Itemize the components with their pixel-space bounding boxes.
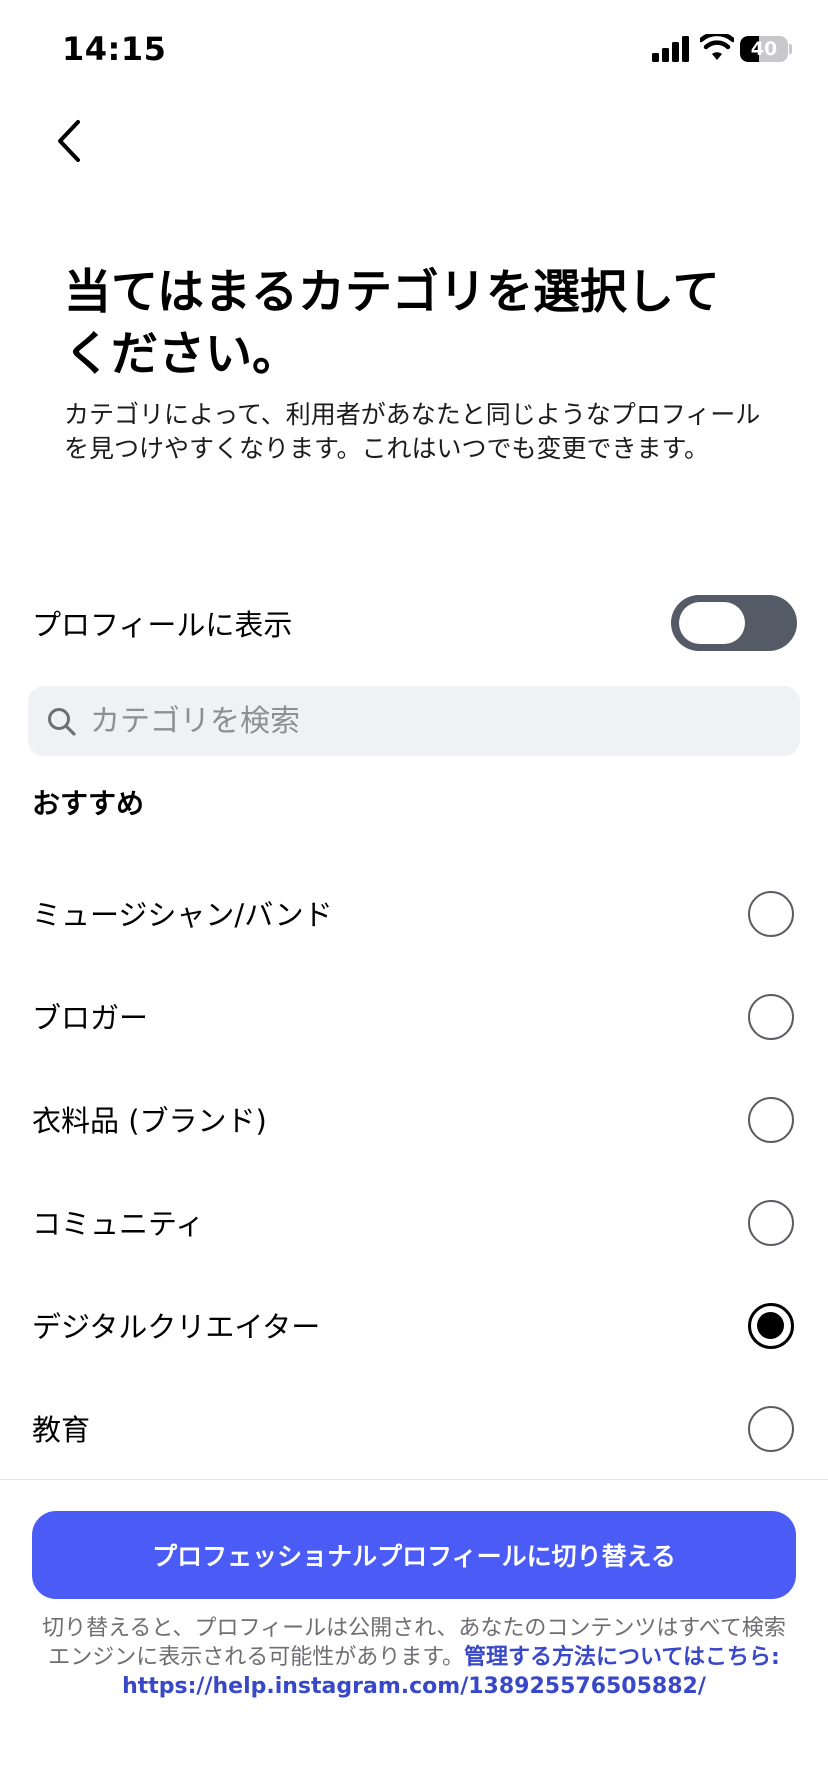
category-label: ブロガー: [32, 1001, 149, 1035]
radio-button[interactable]: [748, 1406, 794, 1452]
battery-icon: 40: [740, 36, 792, 62]
chevron-left-icon: [58, 120, 80, 162]
profile-display-row: プロフィールに表示: [32, 590, 797, 652]
category-item-community[interactable]: コミュニティ: [0, 1171, 828, 1274]
wifi-icon: [700, 34, 734, 60]
radio-button[interactable]: [748, 1200, 794, 1246]
radio-button[interactable]: [748, 994, 794, 1040]
category-label: コミュニティ: [32, 1207, 205, 1241]
radio-button[interactable]: [748, 1303, 794, 1349]
category-label: ミュージシャン/バンド: [32, 898, 333, 932]
category-search-input[interactable]: [90, 686, 780, 756]
profile-display-label: プロフィールに表示: [32, 608, 293, 642]
status-time: 14:15: [62, 30, 167, 68]
back-button[interactable]: [44, 116, 94, 166]
footer-note: 切り替えると、プロフィールは公開され、あなたのコンテンツはすべて検索エンジンに表…: [36, 1614, 792, 1701]
category-item-blogger[interactable]: ブロガー: [0, 965, 828, 1068]
category-label: デジタルクリエイター: [32, 1310, 321, 1344]
page-title: 当てはまるカテゴリを選択してください。: [64, 265, 720, 382]
search-icon: [48, 708, 76, 736]
toggle-knob: [679, 602, 745, 644]
category-label: 教育: [32, 1413, 91, 1447]
page-description: カテゴリによって、利用者があなたと同じようなプロフィールを見つけやすくなります。…: [64, 400, 761, 463]
radio-button[interactable]: [748, 1097, 794, 1143]
profile-display-toggle[interactable]: [671, 595, 797, 651]
category-list: ミュージシャン/バンド ブロガー 衣料品 (ブランド) コミュニティ デジタルク…: [0, 862, 828, 1480]
screen: 14:15 40 当てはまるカテゴリを選択してください。 カテゴリによって、利用…: [0, 0, 828, 1792]
footer-divider: [0, 1479, 828, 1480]
radio-button[interactable]: [748, 891, 794, 937]
status-bar: 14:15 40: [0, 0, 828, 100]
category-item-digital-creator[interactable]: デジタルクリエイター: [0, 1274, 828, 1377]
battery-level: 40: [750, 38, 778, 60]
switch-to-professional-button[interactable]: プロフェッショナルプロフィールに切り替える: [32, 1511, 796, 1599]
category-label: 衣料品 (ブランド): [32, 1104, 267, 1138]
section-heading-recommended: おすすめ: [32, 787, 145, 820]
category-item-musician-band[interactable]: ミュージシャン/バンド: [0, 862, 828, 965]
cellular-signal-icon: [652, 36, 689, 62]
search-box: [28, 686, 800, 756]
category-item-clothing-brand[interactable]: 衣料品 (ブランド): [0, 1068, 828, 1171]
category-item-education[interactable]: 教育: [0, 1377, 828, 1480]
